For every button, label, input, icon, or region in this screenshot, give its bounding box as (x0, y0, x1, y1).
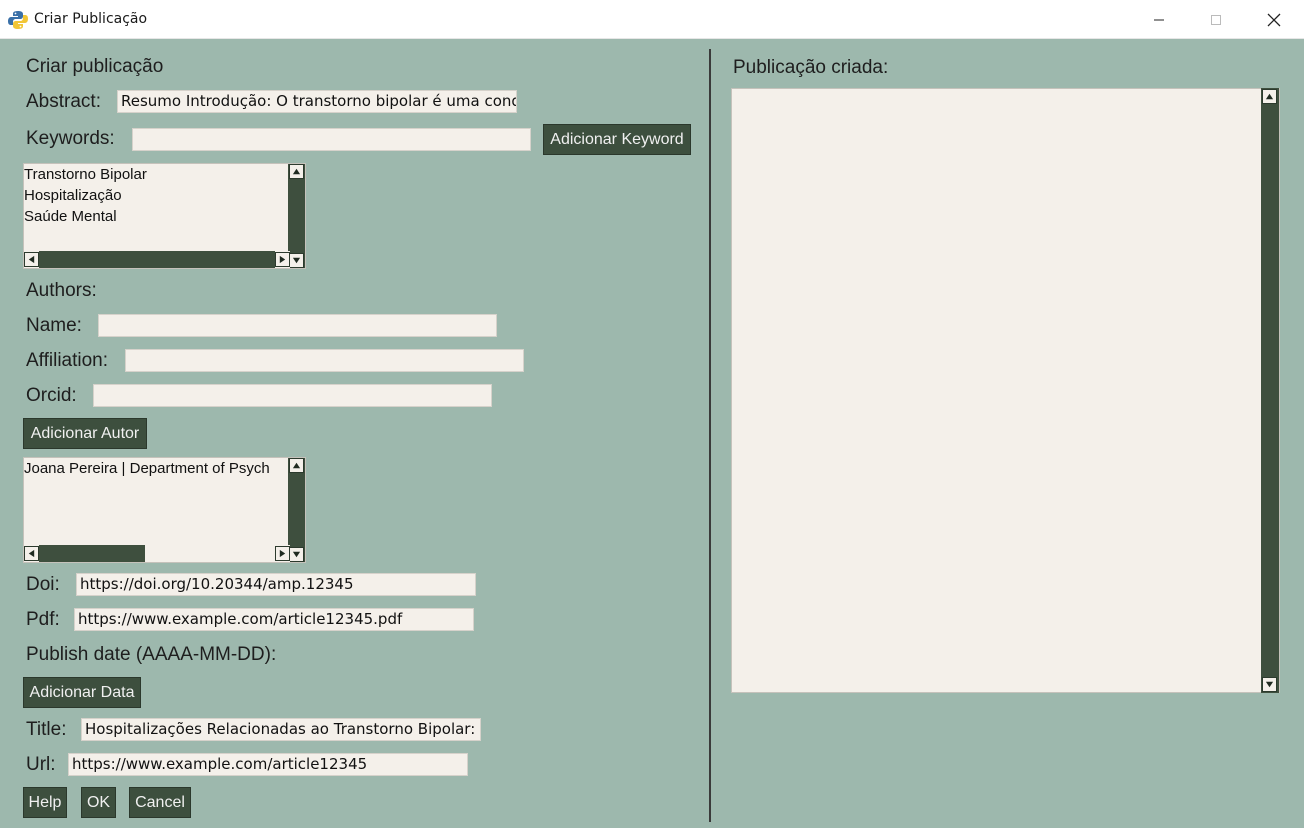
minimize-button[interactable] (1130, 0, 1188, 39)
scroll-left-arrow-icon[interactable] (24, 546, 39, 561)
title-input[interactable]: Hospitalizações Relacionadas ao Transtor… (81, 718, 481, 741)
publish-date-label: Publish date (AAAA-MM-DD): (26, 644, 277, 665)
scroll-down-arrow-icon[interactable] (289, 253, 304, 268)
add-author-button[interactable]: Adicionar Autor (23, 418, 147, 449)
authors-listbox[interactable]: Joana Pereira | Department of Psych (23, 457, 306, 563)
scroll-right-arrow-icon[interactable] (275, 252, 290, 267)
doi-label: Doi: (26, 574, 60, 595)
minimize-icon (1154, 19, 1164, 20)
window-titlebar: Criar Publicação (0, 0, 1304, 39)
add-keyword-button[interactable]: Adicionar Keyword (543, 124, 691, 155)
close-button[interactable] (1245, 0, 1303, 39)
pdf-label: Pdf: (26, 609, 60, 630)
keywords-vertical-scrollbar[interactable] (288, 164, 305, 268)
scroll-left-arrow-icon[interactable] (24, 252, 39, 267)
vertical-separator (709, 49, 711, 822)
python-icon (8, 10, 28, 30)
scroll-up-arrow-icon[interactable] (289, 458, 304, 473)
authors-horizontal-scrollbar[interactable] (24, 545, 290, 562)
url-label: Url: (26, 754, 56, 775)
keywords-horizontal-scrollbar[interactable] (24, 251, 290, 268)
scroll-thumb[interactable] (39, 545, 145, 562)
authors-label: Authors: (26, 280, 97, 301)
scroll-right-arrow-icon[interactable] (275, 546, 290, 561)
name-label: Name: (26, 315, 82, 336)
scroll-down-arrow-icon[interactable] (1262, 677, 1277, 692)
scroll-up-arrow-icon[interactable] (289, 164, 304, 179)
affiliation-input[interactable] (125, 349, 524, 372)
help-button[interactable]: Help (23, 787, 67, 818)
doi-input[interactable]: https://doi.org/10.20344/amp.12345 (76, 573, 476, 596)
close-icon (1267, 13, 1281, 26)
output-label: Publicação criada: (733, 57, 889, 78)
ok-button[interactable]: OK (81, 787, 116, 818)
pdf-input[interactable]: https://www.example.com/article12345.pdf (74, 608, 474, 631)
keywords-list: Transtorno Bipolar Hospitalização Saúde … (24, 164, 288, 251)
keywords-input[interactable] (132, 128, 531, 151)
orcid-input[interactable] (93, 384, 492, 407)
scroll-thumb[interactable] (39, 251, 275, 268)
name-input[interactable] (98, 314, 497, 337)
maximize-button[interactable] (1187, 0, 1245, 39)
list-item[interactable]: Joana Pereira | Department of Psych (24, 458, 288, 479)
cancel-button[interactable]: Cancel (129, 787, 191, 818)
window-title: Criar Publicação (34, 11, 148, 27)
authors-vertical-scrollbar[interactable] (288, 458, 305, 562)
output-vertical-scrollbar[interactable] (1261, 88, 1279, 693)
keywords-label: Keywords: (26, 128, 115, 149)
form-heading: Criar publicação (26, 56, 164, 77)
affiliation-label: Affiliation: (26, 350, 109, 371)
authors-list: Joana Pereira | Department of Psych (24, 458, 288, 545)
abstract-label: Abstract: (26, 91, 101, 112)
scroll-down-arrow-icon[interactable] (289, 547, 304, 562)
list-item[interactable]: Hospitalização (24, 185, 288, 206)
scroll-up-arrow-icon[interactable] (1262, 89, 1277, 104)
output-textarea[interactable] (731, 88, 1280, 693)
keywords-listbox[interactable]: Transtorno Bipolar Hospitalização Saúde … (23, 163, 306, 269)
maximize-icon (1211, 14, 1221, 25)
url-input[interactable]: https://www.example.com/article12345 (68, 753, 468, 776)
orcid-label: Orcid: (26, 385, 77, 406)
list-item[interactable]: Transtorno Bipolar (24, 164, 288, 185)
add-date-button[interactable]: Adicionar Data (23, 677, 141, 708)
title-label: Title: (26, 719, 67, 740)
abstract-input[interactable]: Resumo Introdução: O transtorno bipolar … (117, 90, 517, 113)
list-item[interactable]: Saúde Mental (24, 206, 288, 227)
